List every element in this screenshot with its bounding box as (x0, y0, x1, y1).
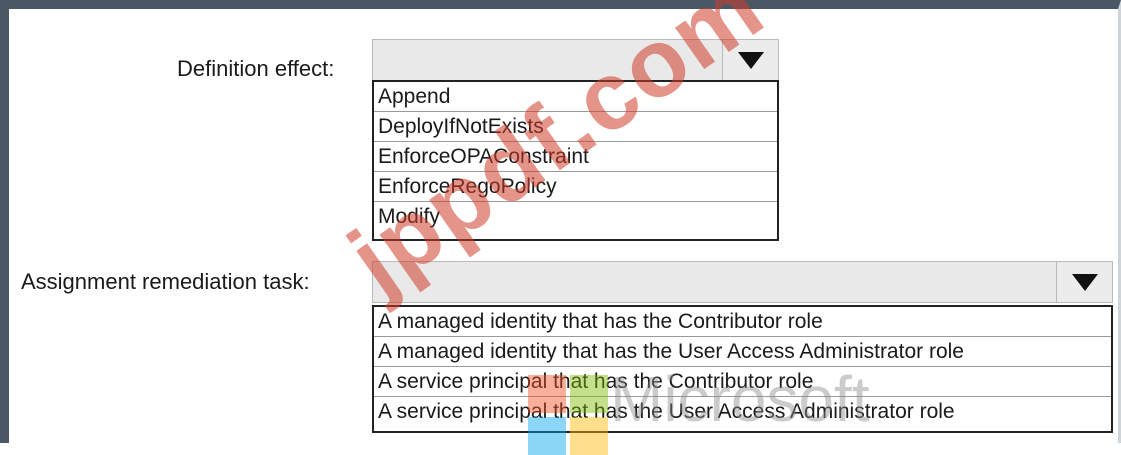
definition-effect-option-modify[interactable]: Modify (374, 202, 777, 232)
assignment-option-service-principal-user-access-admin[interactable]: A service principal that has the User Ac… (374, 397, 1111, 427)
assignment-remediation-arrow-button[interactable] (1056, 262, 1112, 302)
assignment-remediation-dropdown[interactable] (372, 261, 1113, 303)
definition-effect-label: Definition effect: (177, 56, 335, 81)
assignment-option-service-principal-contributor[interactable]: A service principal that has the Contrib… (374, 367, 1111, 397)
definition-effect-option-deployifnotexists[interactable]: DeployIfNotExists (374, 112, 777, 142)
assignment-remediation-options: A managed identity that has the Contribu… (372, 305, 1113, 433)
definition-effect-option-append[interactable]: Append (374, 82, 777, 112)
assignment-remediation-label: Assignment remediation task: (21, 269, 310, 294)
form-frame: Definition effect: Append DeployIfNotExi… (0, 0, 1121, 443)
assignment-option-managed-identity-user-access-admin[interactable]: A managed identity that has the User Acc… (374, 337, 1111, 367)
definition-effect-option-enforceregopolicy[interactable]: EnforceRegoPolicy (374, 172, 777, 202)
chevron-down-icon (1071, 273, 1098, 291)
chevron-down-icon (737, 51, 764, 69)
definition-effect-dropdown[interactable] (372, 39, 779, 81)
definition-effect-options: Append DeployIfNotExists EnforceOPAConst… (372, 80, 779, 241)
definition-effect-option-enforceopaconstraint[interactable]: EnforceOPAConstraint (374, 142, 777, 172)
assignment-option-managed-identity-contributor[interactable]: A managed identity that has the Contribu… (374, 307, 1111, 337)
definition-effect-arrow-button[interactable] (722, 40, 778, 80)
